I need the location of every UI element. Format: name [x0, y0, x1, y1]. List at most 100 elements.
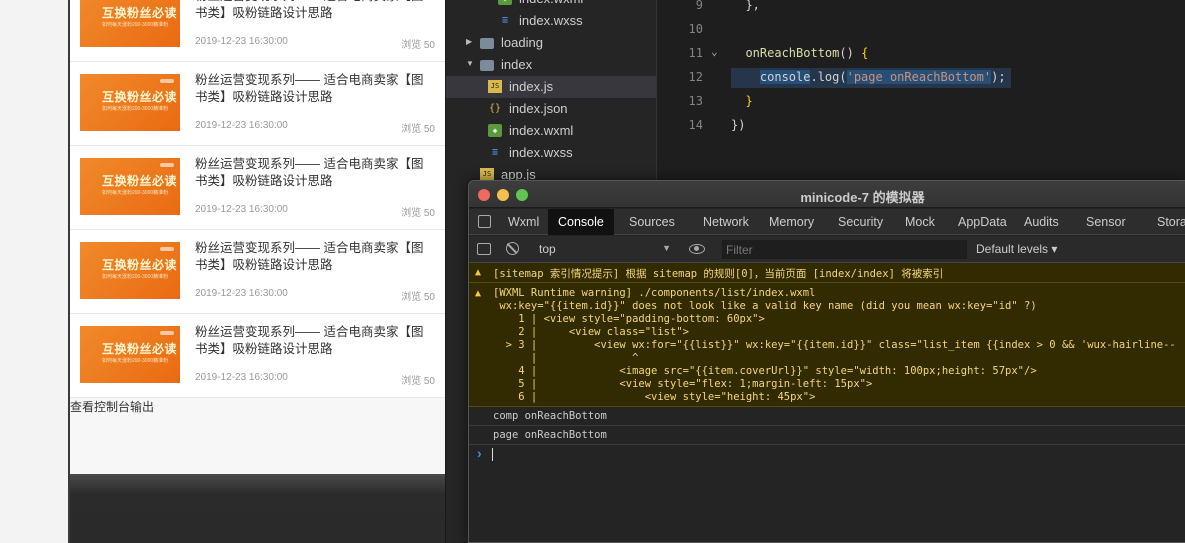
brand-logo-icon: [160, 79, 174, 83]
code-line[interactable]: 9 },: [657, 0, 1185, 18]
chevron-down-icon[interactable]: ▼: [466, 59, 474, 68]
brand-logo-icon: [160, 247, 174, 251]
wxss-file-icon: ≡: [501, 15, 509, 26]
tab-security[interactable]: Security: [838, 209, 883, 235]
list-item[interactable]: 互换粉丝必读如何每天涨粉200-3000精准粉粉丝运营变现系列—— 适合电商卖家…: [70, 62, 445, 146]
warning-detail: wx:key="{{item.id}}" does not look like …: [493, 300, 1037, 312]
tab-sensor[interactable]: Sensor: [1086, 209, 1126, 235]
console-log-message: page onReachBottom: [469, 426, 1185, 445]
eye-icon[interactable]: [689, 244, 705, 254]
tab-console[interactable]: Console: [548, 209, 614, 235]
tab-stora[interactable]: Stora: [1157, 209, 1185, 235]
cover-subtitle: 如何每天涨粉200-3000精准粉: [102, 358, 169, 364]
simulator-devtools-window: minicode-7 的模拟器 Wxml Console Sources Networ…: [468, 180, 1185, 543]
cover-title: 互换粉丝必读: [102, 174, 178, 188]
log-levels-select[interactable]: Default levels ▾: [976, 242, 1057, 256]
tab-appdata[interactable]: AppData: [958, 209, 1007, 235]
tab-mock[interactable]: Mock: [905, 209, 935, 235]
folder-open-icon: [480, 60, 494, 71]
cover-image: 互换粉丝必读 如何每天涨粉200-3000精准粉: [80, 326, 180, 383]
window-titlebar[interactable]: minicode-7 的模拟器: [469, 181, 1185, 208]
code-line[interactable]: 11 ⌄ onReachBottom() {: [657, 42, 1185, 66]
list-item[interactable]: 互换粉丝必读如何每天涨粉200-3000精准粉粉丝运营变现系列—— 适合电商卖家…: [70, 230, 445, 314]
code-text: }): [731, 118, 746, 132]
tree-item-loading[interactable]: ▶ loading: [446, 32, 657, 54]
tab-wxml[interactable]: Wxml: [508, 209, 539, 235]
tree-item-label: index.wxss: [519, 13, 583, 28]
tab-memory[interactable]: Memory: [769, 209, 814, 235]
window-title: minicode-7 的模拟器: [800, 190, 925, 205]
log-text: page onReachBottom: [493, 429, 607, 441]
article-views: 浏览 50: [401, 376, 435, 387]
tab-audits[interactable]: Audits: [1024, 209, 1059, 235]
article-title: 粉丝运营变现系列—— 适合电商卖家【图书类】吸粉链路设计思路: [195, 73, 424, 104]
context-select[interactable]: top ▼: [531, 241, 681, 258]
article-date: 2019-12-23 16:30:00: [195, 36, 288, 47]
chevron-down-icon: ▼: [662, 243, 671, 253]
code-frame-line: 5 | <view style="flex: 1;margin-left: 15…: [493, 378, 873, 390]
code-editor[interactable]: 9 }, 10 11 ⌄ onReachBottom() {12 console.lo…: [656, 0, 1185, 180]
cover-subtitle: 如何每天涨粉200-3000精准粉: [102, 274, 169, 280]
code-line[interactable]: 12 console.log('page onReachBottom');: [657, 66, 1185, 90]
warning-message: [sitemap 索引情况提示] 根据 sitemap 的规则[0]，当前页面 …: [493, 268, 944, 280]
article-date: 2019-12-23 16:30:00: [195, 372, 288, 383]
code-frame-line: > 3 | <view wx:for="{{list}}" wx:key="{{…: [493, 339, 1176, 351]
list-item[interactable]: 互换粉丝必读如何每天涨粉200-3000精准粉粉丝运营变现系列—— 适合电商卖家…: [70, 0, 445, 62]
article-date: 2019-12-23 16:30:00: [195, 288, 288, 299]
tree-item-label: loading: [501, 35, 543, 50]
warning-icon: ▲: [475, 288, 482, 299]
wxml-file-icon: ◈: [498, 0, 512, 5]
cover-title: 互换粉丝必读: [102, 6, 178, 20]
console-filter-input[interactable]: [722, 240, 967, 259]
simulator-screen: 互换粉丝必读如何每天涨粉200-3000精准粉粉丝运营变现系列—— 适合电商卖家…: [70, 0, 445, 474]
code-line[interactable]: 10: [657, 18, 1185, 42]
console-warning: ▲ [WXML Runtime warning] ./components/li…: [469, 283, 1185, 407]
cover-subtitle: 如何每天涨粉200-3000精准粉: [102, 22, 169, 28]
tree-item-index-wxss[interactable]: ≡ index.wxss: [446, 10, 657, 32]
console-toolbar: top ▼ Default levels ▾: [469, 236, 1185, 263]
code-text: }: [745, 94, 753, 108]
code-line[interactable]: 14}): [657, 114, 1185, 138]
tree-item-label: index.js: [509, 79, 554, 94]
cover-subtitle: 如何每天涨粉200-3000精准粉: [102, 106, 169, 112]
tree-item-label: index.wxml: [509, 123, 574, 138]
code-frame-line: 1 | <view style="padding-bottom: 60px">: [493, 313, 765, 325]
wxss-file-icon: ≡: [491, 147, 499, 158]
fold-chevron-icon[interactable]: ⌄: [711, 45, 718, 58]
article-title: 粉丝运营变现系列—— 适合电商卖家【图书类】吸粉链路设计思路: [195, 325, 424, 356]
tree-item-index-wxml[interactable]: ◈ index.wxml: [446, 120, 657, 142]
tree-item-index-wxss[interactable]: ≡ index.wxss: [446, 142, 657, 164]
chevron-right-icon[interactable]: ▶: [466, 37, 472, 46]
cover-image: 互换粉丝必读如何每天涨粉200-3000精准粉: [80, 74, 180, 131]
cover-title: 互换粉丝必读: [102, 90, 178, 104]
line-number: 10: [688, 22, 703, 36]
clear-console-icon[interactable]: [506, 242, 519, 255]
sidebar-toggle-icon[interactable]: [477, 243, 491, 255]
line-number: 12: [688, 70, 703, 84]
code-text: console.log('page onReachBottom');: [759, 70, 1006, 84]
article-date: 2019-12-23 16:30:00: [195, 120, 288, 131]
tree-item-label: index.json: [509, 101, 568, 116]
js-file-icon: JS: [488, 80, 502, 93]
cover-image: 互换粉丝必读如何每天涨粉200-3000精准粉: [80, 158, 180, 215]
tree-item-label: index.wxss: [509, 145, 573, 160]
list-item[interactable]: 互换粉丝必读如何每天涨粉200-3000精准粉粉丝运营变现系列—— 适合电商卖家…: [70, 314, 445, 398]
json-file-icon: {}: [488, 103, 502, 114]
code-frame-line: 4 | <image src="{{item.coverUrl}}" style…: [493, 365, 1037, 377]
tab-network[interactable]: Network: [703, 209, 749, 235]
tree-item-index-json[interactable]: {} index.json: [446, 98, 657, 120]
list-item[interactable]: 互换粉丝必读如何每天涨粉200-3000精准粉粉丝运营变现系列—— 适合电商卖家…: [70, 146, 445, 230]
text-cursor: [492, 448, 493, 461]
tab-sources[interactable]: Sources: [629, 209, 675, 235]
desktop-background: [0, 0, 70, 543]
tree-item-index-wxml[interactable]: ◈ index.wxml: [446, 0, 657, 10]
tree-item-index[interactable]: ▼ index: [446, 54, 657, 76]
devtools-tab-bar: Wxml Console Sources Network Memory Security M…: [469, 209, 1185, 235]
log-text: comp onReachBottom: [493, 410, 607, 422]
code-line[interactable]: 13 }: [657, 90, 1185, 114]
console-prompt[interactable]: ›: [469, 445, 1185, 465]
console-output-text[interactable]: 查看控制台输出: [70, 398, 154, 415]
tree-item-index-js[interactable]: JS index.js: [446, 76, 657, 98]
cover-subtitle: 如何每天涨粉200-3000精准粉: [102, 190, 169, 196]
inspect-element-icon[interactable]: [478, 215, 491, 228]
